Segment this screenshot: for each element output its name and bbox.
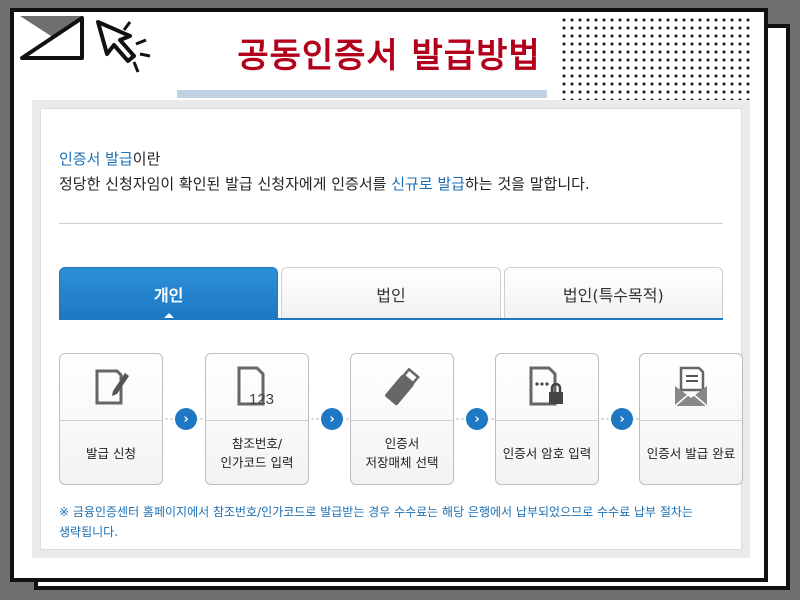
step-connector-1: › <box>164 408 206 430</box>
chevron-right-icon: › <box>321 408 343 430</box>
tab-personal[interactable]: 개인 <box>59 267 279 320</box>
paper-front: 공동인증서 발급방법 인증서 발급이란 정당한 신청자임이 확인된 발급 신청자… <box>10 8 768 582</box>
step-storage-select: 인증서 저장매체 선택 <box>350 353 454 485</box>
tab-corporate-special[interactable]: 법인(특수목적) <box>503 267 723 319</box>
chevron-right-icon: › <box>611 408 633 430</box>
tab-bar: 개인 법인 법인(특수목적) <box>59 267 723 320</box>
step-complete: 인증서 발급 완료 <box>639 353 743 485</box>
step-password: 인증서 암호 입력 <box>495 353 599 485</box>
intro-term: 인증서 발급 <box>59 150 133 168</box>
chevron-right-icon: › <box>175 408 197 430</box>
document-123-icon: 123 <box>237 366 274 408</box>
document-pen-icon <box>95 369 129 405</box>
step-reference-code: 123 참조번호/ 인가코드 입력 <box>205 353 309 485</box>
intro-desc-after: 하는 것을 말합니다. <box>465 175 590 193</box>
document-lock-icon <box>529 366 563 406</box>
step-reference-code-label: 참조번호/ 인가코드 입력 <box>220 436 294 470</box>
intro-desc-highlight: 신규로 발급 <box>391 175 465 193</box>
intro-line-2: 정당한 신청자임이 확인된 발급 신청자에게 인증서를 신규로 발급하는 것을 … <box>59 172 590 197</box>
step-connector-4: › <box>600 408 642 430</box>
process-steps: 발급 신청 › 123 참조번호/ 인가코드 입력 › 인증서 저장매체 선택 … <box>59 353 743 487</box>
envelope-document-icon <box>674 366 708 407</box>
title-underline <box>177 90 547 98</box>
tab-underline <box>59 318 723 320</box>
step-apply: 발급 신청 <box>59 353 163 485</box>
step-storage-select-label: 인증서 저장매체 선택 <box>365 436 439 470</box>
content-panel: 인증서 발급이란 정당한 신청자임이 확인된 발급 신청자에게 인증서를 신규로… <box>32 100 750 558</box>
intro-desc-before: 정당한 신청자임이 확인된 발급 신청자에게 인증서를 <box>59 175 392 193</box>
chevron-right-icon: › <box>466 408 488 430</box>
usb-drive-icon <box>385 367 420 406</box>
tab-corporate[interactable]: 법인 <box>281 267 501 319</box>
step-connector-2: › <box>310 408 352 430</box>
divider <box>59 223 723 224</box>
step-complete-label: 인증서 발급 완료 <box>646 445 736 461</box>
intro-line-1: 인증서 발급이란 <box>59 147 590 172</box>
step-password-label: 인증서 암호 입력 <box>502 445 592 461</box>
intro-term-suffix: 이란 <box>132 150 161 168</box>
step-connector-3: › <box>455 408 497 430</box>
fee-notice: ※ 금융인증센터 홈페이지에서 참조번호/인가코드로 발급받는 경우 수수료는 … <box>59 505 693 539</box>
icon-123-text: 123 <box>249 391 274 408</box>
step-apply-label: 발급 신청 <box>86 445 136 461</box>
content-card: 인증서 발급이란 정당한 신청자임이 확인된 발급 신청자에게 인증서를 신규로… <box>40 108 743 550</box>
page-title: 공동인증서 발급방법 <box>237 36 541 76</box>
intro-text: 인증서 발급이란 정당한 신청자임이 확인된 발급 신청자에게 인증서를 신규로… <box>59 147 590 197</box>
